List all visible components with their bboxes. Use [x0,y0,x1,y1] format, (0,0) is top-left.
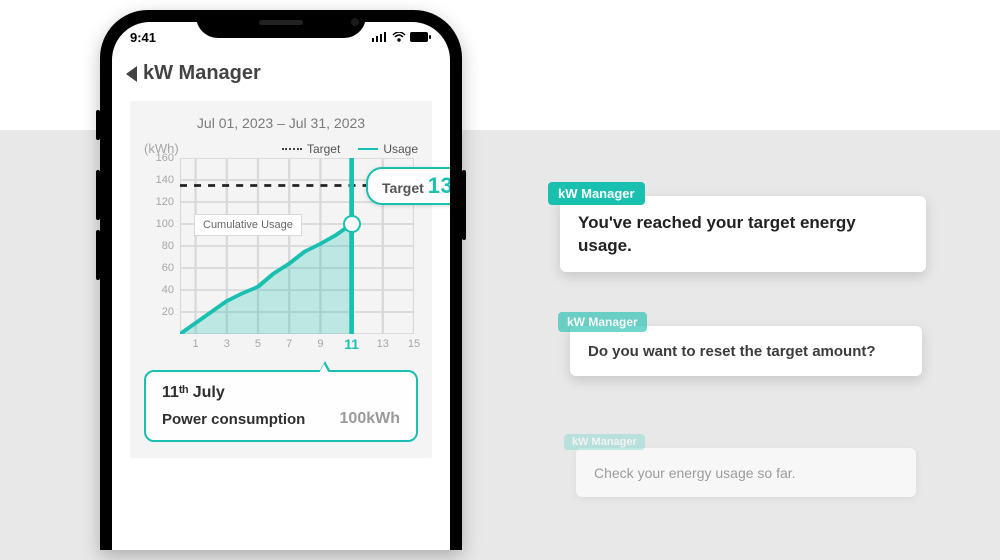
consumption-label: Power consumption [162,411,305,428]
back-icon[interactable] [126,66,137,82]
battery-icon [410,32,432,42]
legend-label-target: Target [307,142,340,156]
legend-label-usage: Usage [383,142,418,156]
consumption-card: 11ᵗʰ July Power consumption 100kWh [144,370,418,442]
chart-marker[interactable] [343,215,361,233]
legend-swatch-usage [358,148,378,150]
consumption-date: 11ᵗʰ July [162,384,400,402]
phone-screen: 9:41 kW Manager Jul 01, 2023 – Jul 31, 2… [112,22,450,550]
notification-message: Do you want to reset the target amount? [588,342,904,362]
status-time: 9:41 [130,30,156,45]
notification-card-2[interactable]: kW Manager Do you want to reset the targ… [570,326,922,376]
date-range: Jul 01, 2023 – Jul 31, 2023 [144,115,418,131]
chart-yaxis: 20406080100120140160 [144,158,174,334]
target-bubble-value: 135 [428,173,450,198]
app-header: kW Manager [112,52,450,101]
status-icons [372,32,432,42]
legend-swatch-target [282,148,302,150]
chart-area[interactable]: 20406080100120140160 Cumulative Usage 13… [144,158,418,358]
phone-frame: 9:41 kW Manager Jul 01, 2023 – Jul 31, 2… [100,10,462,550]
notification-badge: kW Manager [548,182,645,205]
usage-panel: Jul 01, 2023 – Jul 31, 2023 (kWh) Target… [130,101,432,458]
notification-message: Check your energy usage so far. [594,464,898,483]
notification-message: You've reached your target energy usage. [578,212,908,258]
notification-badge: kW Manager [564,434,645,450]
notification-badge: kW Manager [558,312,647,332]
chart-legend: (kWh) Target Usage [144,141,418,156]
target-bubble[interactable]: Target135 [366,167,450,205]
consumption-value: 100kWh [340,410,400,428]
wifi-icon [392,32,406,42]
target-bubble-label: Target [382,180,424,196]
chart-xaxis: 13579111315 [180,338,414,354]
notification-card-1[interactable]: kW Manager You've reached your target en… [560,196,926,272]
page-title: kW Manager [143,62,261,85]
notification-card-3[interactable]: kW Manager Check your energy usage so fa… [576,448,916,497]
signal-icon [372,32,388,42]
cumulative-label: Cumulative Usage [194,214,302,236]
